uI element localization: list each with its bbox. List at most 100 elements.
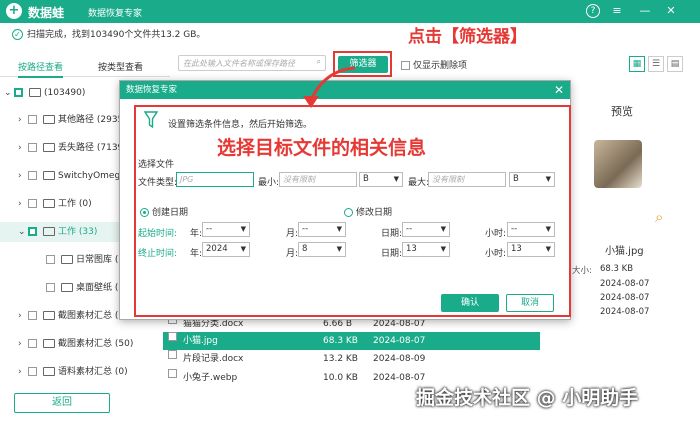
close-icon[interactable]: ✕ [554,81,564,99]
checkbox-icon[interactable] [14,88,23,97]
table-row[interactable]: 片段记录.docx 13.2 KB 2024-08-09 [163,350,540,368]
chevron-down-icon: ▼ [440,245,446,253]
checkbox-icon[interactable] [28,367,37,376]
chevron-right-icon[interactable]: › [18,362,28,382]
grid-view-icon[interactable]: ▦ [629,56,645,72]
file-type-label: 文件类型: [138,178,178,188]
preview-date: 2024-08-07 [600,279,650,289]
start-year-select[interactable]: -- ▼ [202,222,250,237]
start-day-select[interactable]: -- ▼ [402,222,450,237]
folder-icon [43,143,55,152]
tree-item[interactable]: 日常图库 (2 [46,250,124,270]
table-row-selected[interactable]: 小猫.jpg 68.3 KB 2024-08-07 [163,332,540,350]
min-unit-select[interactable]: B ▼ [359,172,403,187]
file-type-input[interactable]: JPG [176,172,254,187]
select-value: -- [206,224,213,234]
tree-item[interactable]: › 语料素材汇总 (0) [18,362,128,382]
detail-view-icon[interactable]: ▤ [667,56,683,72]
tree-item[interactable]: › 其他路径 (2935 [18,110,123,130]
tree-item[interactable]: › 截图素材汇总 (50) [18,334,133,354]
file-size: 68.3 KB [323,336,358,346]
checkbox-icon[interactable] [168,369,177,378]
min-size-input[interactable]: 没有限制 [279,172,357,187]
checkbox-icon[interactable] [168,332,177,341]
checkbox-icon[interactable] [28,339,37,348]
select-value: 13 [511,244,522,254]
chevron-down-icon[interactable]: ⌄ [18,222,28,242]
tree-item-label: 截图素材汇总 (50) [58,339,134,349]
checkbox-icon[interactable] [28,143,37,152]
preview-date: 2024-08-07 [600,293,650,303]
select-value: B [513,174,519,184]
month-label: 月: [286,229,299,239]
tree-item-label: 工作 (33) [58,227,98,237]
checkbox-icon[interactable] [46,255,55,264]
hour-label: 小时: [485,229,507,239]
checkbox-icon[interactable] [28,311,37,320]
chevron-down-icon: ▼ [336,245,342,253]
year-label: 年: [190,229,203,239]
end-year-select[interactable]: 2024 ▼ [202,242,250,257]
tree-item[interactable]: 桌面壁纸 (1 [46,278,124,298]
tree-item-root[interactable]: ⌄ (103490) [4,83,85,103]
tree-item[interactable]: › 丢失路径 (7139 [18,138,123,158]
radio-label: 修改日期 [356,208,393,218]
chevron-right-icon[interactable]: › [18,334,28,354]
tree-item[interactable]: › 截图素材汇总 (0) [18,306,128,326]
hour-label: 小时: [485,249,507,259]
checkbox-icon[interactable] [28,115,37,124]
select-value: 13 [406,244,417,254]
folder-icon [43,199,55,208]
checkbox-icon[interactable] [168,350,177,359]
back-button[interactable]: 返回 [14,393,110,413]
chevron-right-icon[interactable]: › [18,110,28,130]
deleted-only-checkbox[interactable]: 仅显示删除项 [401,58,467,71]
start-hour-select[interactable]: -- ▼ [507,222,555,237]
confirm-button[interactable]: 确认 [441,294,499,312]
checkbox-icon[interactable] [28,199,37,208]
checkbox-icon[interactable] [28,227,37,236]
end-day-select[interactable]: 13 ▼ [402,242,450,257]
end-hour-select[interactable]: 13 ▼ [507,242,555,257]
tree-item-label: 语料素材汇总 (0) [58,367,128,377]
max-size-input[interactable]: 没有限制 [428,172,506,187]
tree-item[interactable]: › SwitchyOmega [18,166,126,186]
close-icon[interactable]: ✕ [664,4,678,18]
chevron-right-icon[interactable]: › [18,166,28,186]
cancel-button[interactable]: 取消 [506,294,554,312]
preview-file-name: 小猫.jpg [605,246,644,257]
tree-item-label: 工作 (0) [58,199,92,209]
help-icon[interactable]: ? [586,4,600,18]
menu-icon[interactable]: ≡ [610,4,624,18]
modified-date-radio[interactable]: 修改日期 [344,205,392,218]
chevron-down-icon: ▼ [545,245,551,253]
title-bar: + 数据蛙 数据恢复专家 ? ≡ — ✕ [0,0,700,23]
chevron-right-icon[interactable]: › [18,306,28,326]
tree-item[interactable]: › 工作 (0) [18,194,92,214]
zoom-icon[interactable]: ⌕ [655,209,671,225]
minimize-icon[interactable]: — [638,4,652,18]
check-icon: ✓ [12,29,23,40]
radio-icon[interactable] [140,208,149,217]
radio-icon[interactable] [344,208,353,217]
checkbox-icon[interactable] [401,61,410,70]
list-view-icon[interactable]: ☰ [648,56,664,72]
month-label: 月: [286,249,299,259]
end-month-select[interactable]: 8 ▼ [298,242,346,257]
max-unit-select[interactable]: B ▼ [509,172,555,187]
preview-date: 2024-08-07 [600,307,650,317]
tab-by-path[interactable]: 按路径查看 [18,60,64,78]
chevron-down-icon: ▼ [393,175,399,183]
tab-by-type[interactable]: 按类型查看 [98,60,143,73]
checkbox-icon[interactable] [28,171,37,180]
chevron-right-icon[interactable]: › [18,138,28,158]
chevron-down-icon: ▼ [440,225,446,233]
start-month-select[interactable]: -- ▼ [298,222,346,237]
checkbox-icon[interactable] [46,283,55,292]
chevron-down-icon[interactable]: ⌄ [4,83,14,103]
dialog-instruction: 设置筛选条件信息，然后开始筛选。 [168,120,313,130]
created-date-radio[interactable]: 创建日期 [140,205,188,218]
folder-icon [43,171,55,180]
app-subtitle: 数据恢复专家 [88,9,143,19]
chevron-right-icon[interactable]: › [18,194,28,214]
